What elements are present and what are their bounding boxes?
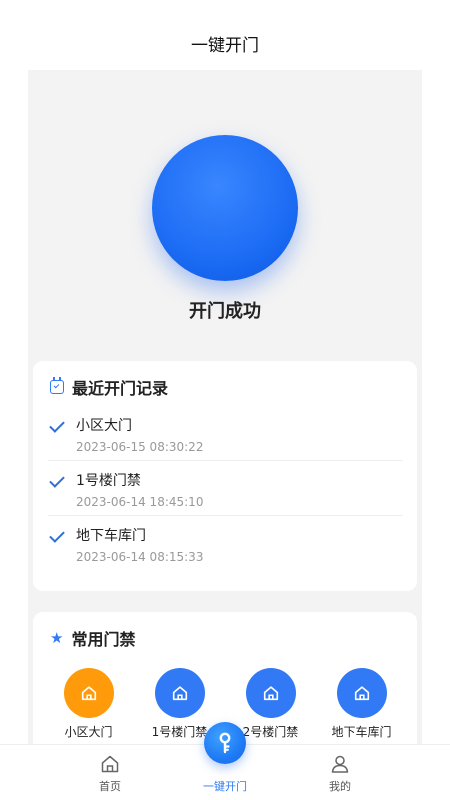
main-content: 开门成功 最近开门记录 小区大门 2023-06-15 08:30:22 1号楼… bbox=[28, 70, 422, 744]
tab-home-label: 首页 bbox=[99, 780, 121, 793]
check-icon bbox=[48, 531, 62, 545]
record-item[interactable]: 地下车库门 2023-06-14 08:15:33 bbox=[48, 516, 403, 571]
recent-records-title: 最近开门记录 bbox=[72, 379, 169, 398]
door-button[interactable] bbox=[336, 668, 387, 718]
check-icon bbox=[48, 476, 62, 490]
unlock-fab[interactable] bbox=[204, 722, 246, 764]
top-bar: 一键开门 bbox=[0, 0, 450, 70]
door-label: 1号楼门禁 bbox=[151, 725, 208, 739]
house-icon bbox=[81, 686, 96, 701]
record-name: 地下车库门 bbox=[76, 528, 146, 544]
recent-records-card: 最近开门记录 小区大门 2023-06-15 08:30:22 1号楼门禁 20… bbox=[33, 361, 417, 591]
record-name: 1号楼门禁 bbox=[76, 473, 141, 489]
door-button[interactable] bbox=[245, 668, 296, 718]
favorite-doors-title: 常用门禁 bbox=[71, 630, 136, 649]
house-icon bbox=[263, 686, 278, 701]
tab-mine-label: 我的 bbox=[329, 780, 351, 793]
record-time: 2023-06-14 18:45:10 bbox=[76, 495, 204, 509]
user-icon bbox=[331, 755, 349, 773]
door-label: 地下车库门 bbox=[331, 725, 392, 739]
door-label: 小区大门 bbox=[64, 725, 113, 739]
star-icon: ★ bbox=[50, 628, 64, 647]
unlock-status: 开门成功 bbox=[189, 301, 261, 322]
door-button[interactable] bbox=[63, 668, 114, 718]
home-icon bbox=[101, 755, 119, 773]
page-title: 一键开门 bbox=[191, 36, 259, 56]
record-time: 2023-06-15 08:30:22 bbox=[76, 440, 204, 454]
door-item-community-gate[interactable]: 小区大门 bbox=[43, 668, 134, 740]
unlock-button[interactable] bbox=[152, 135, 298, 281]
house-icon bbox=[172, 686, 187, 701]
key-icon bbox=[219, 732, 231, 754]
door-item-garage[interactable]: 地下车库门 bbox=[316, 668, 407, 740]
record-time: 2023-06-14 08:15:33 bbox=[76, 550, 204, 564]
door-button[interactable] bbox=[154, 668, 205, 718]
record-item[interactable]: 1号楼门禁 2023-06-14 18:45:10 bbox=[48, 461, 403, 516]
door-label: 2号楼门禁 bbox=[242, 725, 299, 739]
record-item[interactable]: 小区大门 2023-06-15 08:30:22 bbox=[48, 406, 403, 461]
house-icon bbox=[354, 686, 369, 701]
favorite-doors-header: ★ 常用门禁 bbox=[50, 626, 135, 650]
records-list: 小区大门 2023-06-15 08:30:22 1号楼门禁 2023-06-1… bbox=[48, 406, 403, 571]
check-icon bbox=[48, 421, 62, 435]
recent-records-header: 最近开门记录 bbox=[50, 375, 168, 399]
record-name: 小区大门 bbox=[76, 418, 132, 434]
tab-unlock-label: 一键开门 bbox=[203, 780, 247, 793]
unlock-circle[interactable] bbox=[152, 135, 298, 281]
clock-icon bbox=[50, 377, 64, 394]
